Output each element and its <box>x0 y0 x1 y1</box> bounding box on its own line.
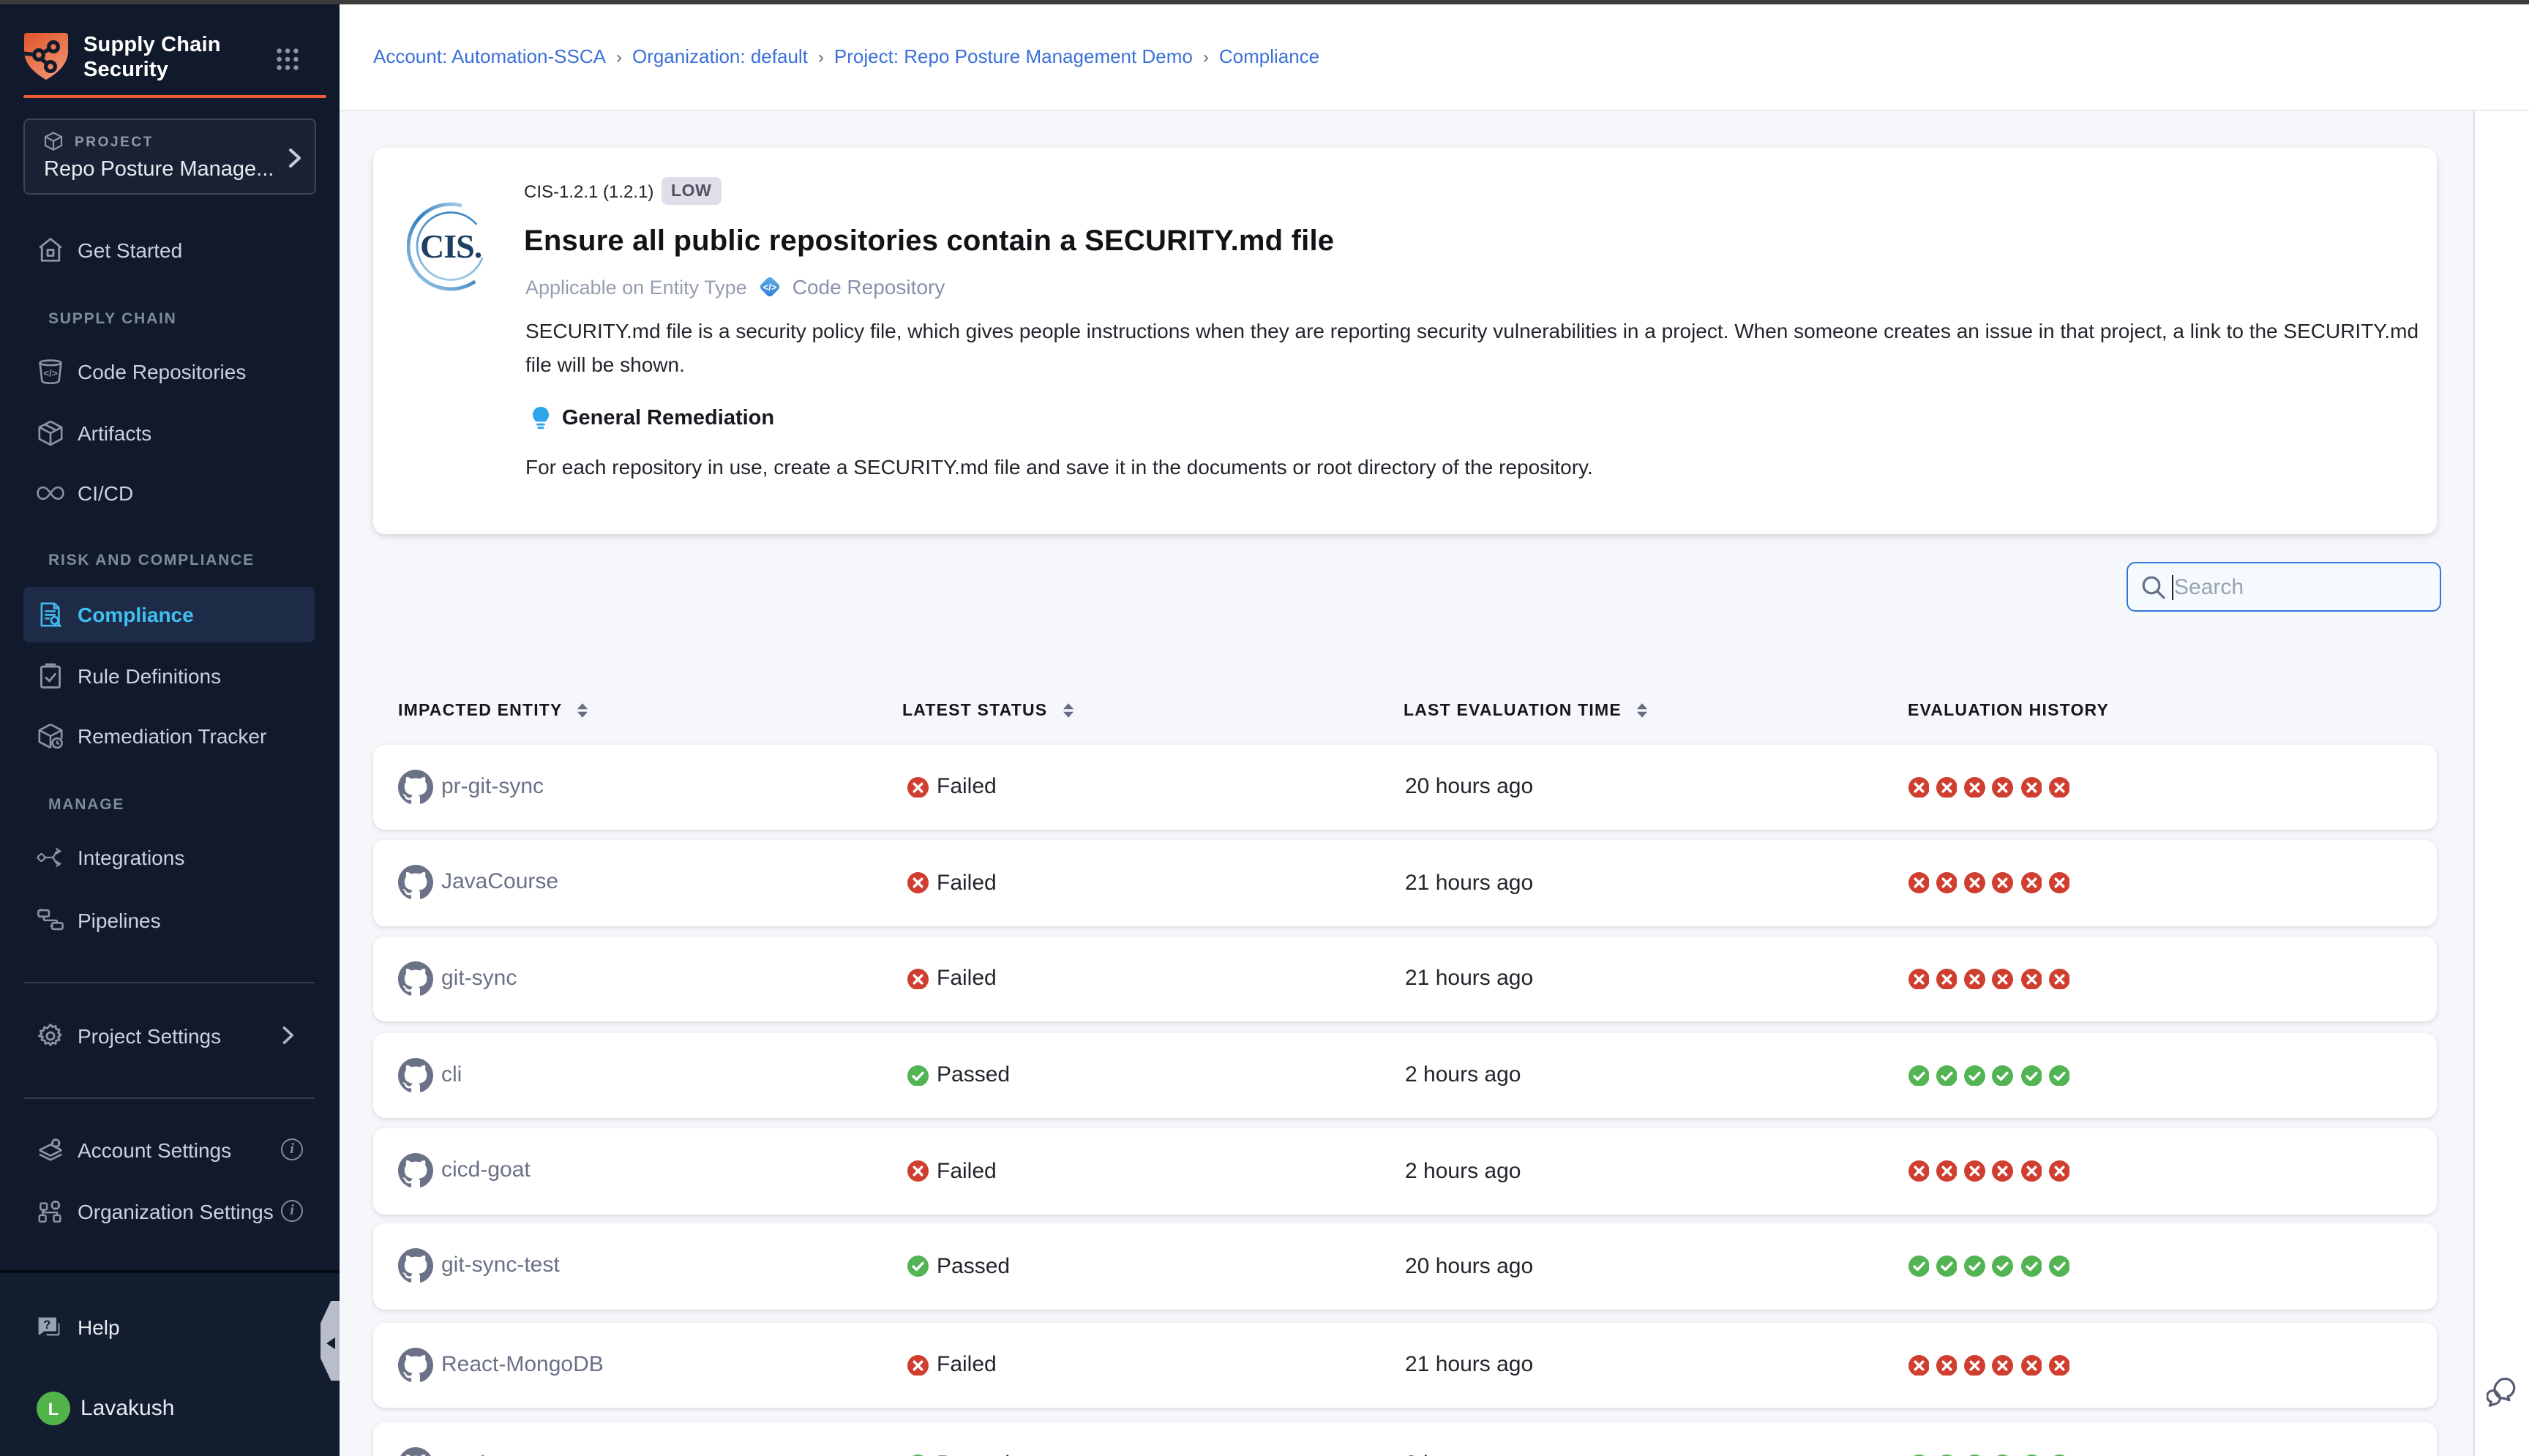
svg-text:?: ? <box>43 1318 50 1331</box>
svg-text:</>: </> <box>43 367 57 378</box>
svg-text:CIS.: CIS. <box>420 228 482 265</box>
svg-text:</>: </> <box>763 282 777 293</box>
